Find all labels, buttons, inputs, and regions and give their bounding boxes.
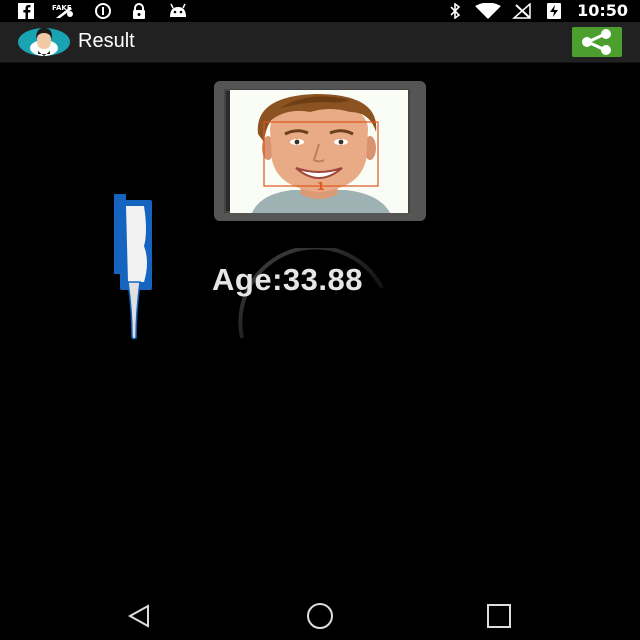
share-icon	[582, 29, 611, 55]
lock-icon	[133, 3, 145, 19]
clock-time: 10:50	[577, 1, 628, 20]
bluetooth-icon	[450, 3, 461, 19]
face-index-label: 1	[317, 180, 325, 193]
brush-icon	[114, 194, 152, 340]
recents-icon[interactable]	[480, 600, 520, 632]
home-icon[interactable]	[300, 600, 340, 632]
android-icon	[170, 3, 186, 17]
age-result: Age:33.88	[212, 262, 363, 297]
back-icon[interactable]	[120, 600, 160, 632]
page-title: Result	[78, 30, 135, 52]
status-bar: FAKE 10:50	[0, 0, 640, 22]
face-image: 1	[230, 90, 408, 213]
facebook-icon	[18, 3, 34, 19]
navigation-bar	[0, 592, 640, 640]
wifi-icon	[475, 3, 501, 19]
battery-charging-icon	[547, 3, 561, 19]
app-bar: Result	[0, 22, 640, 63]
signal-off-icon	[512, 3, 531, 19]
face-logo-icon[interactable]	[18, 26, 70, 58]
data-saver-icon	[95, 3, 111, 19]
fake-gps-icon: FAKE	[52, 4, 73, 18]
share-button[interactable]	[572, 27, 622, 57]
face-photo[interactable]: 1	[230, 90, 408, 213]
